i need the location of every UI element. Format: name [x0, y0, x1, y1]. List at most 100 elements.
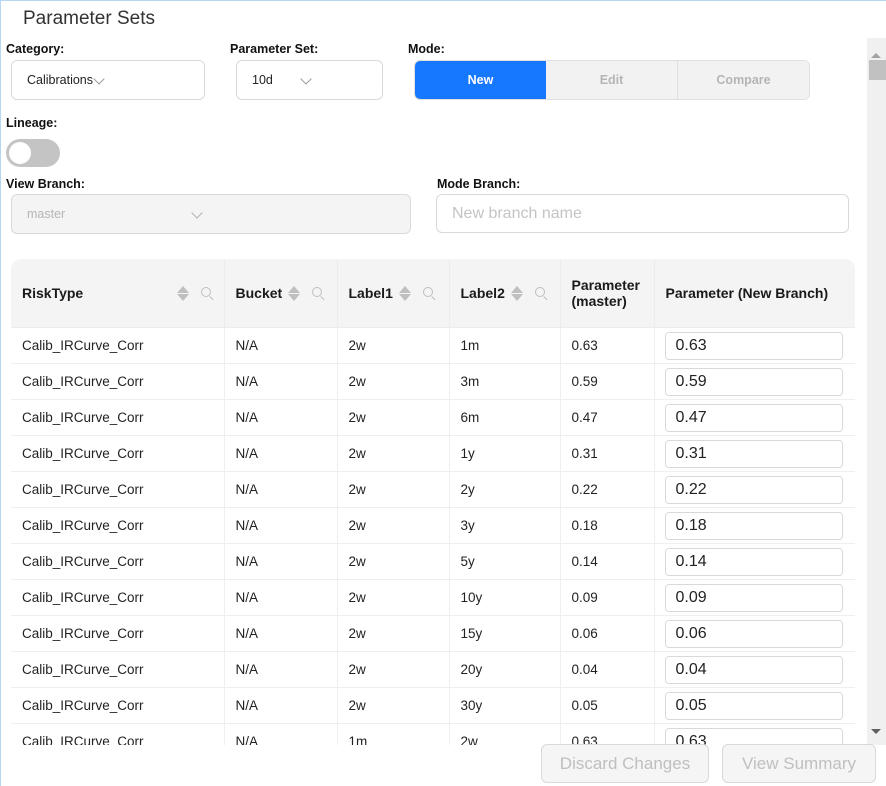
mode-label: Mode:	[408, 42, 445, 56]
cell-parameter-master: 0.59	[560, 363, 655, 400]
column-header-risktype[interactable]: RiskType	[11, 259, 225, 328]
cell-bucket: N/A	[224, 507, 338, 544]
table-row: Calib_IRCurve_Corr N/A 2w 3y 0.18	[11, 507, 855, 544]
cell-label1: 2w	[337, 399, 450, 436]
cell-bucket: N/A	[224, 615, 338, 652]
parameter-set-select[interactable]: 10d	[236, 60, 383, 100]
cell-parameter-master: 0.18	[560, 507, 655, 544]
cell-label1: 2w	[337, 615, 450, 652]
table-row: Calib_IRCurve_Corr N/A 2w 20y 0.04	[11, 651, 855, 688]
search-icon[interactable]	[534, 287, 547, 299]
parameter-new-branch-input[interactable]	[664, 691, 843, 720]
cell-parameter-master: 0.14	[560, 543, 655, 580]
table-row: Calib_IRCurve_Corr N/A 2w 2y 0.22	[11, 471, 855, 508]
mode-new-button[interactable]: New	[415, 61, 546, 99]
cell-parameter-master: 0.09	[560, 579, 655, 616]
cell-bucket: N/A	[224, 651, 338, 688]
chevron-down-icon	[300, 73, 312, 85]
cell-bucket: N/A	[224, 579, 338, 616]
cell-bucket: N/A	[224, 723, 338, 745]
mode-segmented-control: New Edit Compare	[414, 60, 810, 100]
cell-parameter-new-branch	[654, 579, 855, 616]
sort-icon[interactable]	[288, 285, 301, 301]
search-icon[interactable]	[312, 287, 324, 299]
cell-parameter-master: 0.31	[560, 435, 655, 472]
vertical-scrollbar[interactable]	[867, 38, 886, 745]
cell-risktype: Calib_IRCurve_Corr	[11, 327, 225, 364]
mode-compare-button[interactable]: Compare	[677, 61, 809, 99]
cell-bucket: N/A	[224, 543, 338, 580]
parameter-new-branch-input[interactable]	[664, 655, 843, 684]
parameter-new-branch-input[interactable]	[664, 619, 843, 648]
scroll-down-arrow-icon[interactable]	[871, 729, 881, 734]
mode-edit-button[interactable]: Edit	[546, 61, 677, 99]
cell-label1: 2w	[337, 543, 450, 580]
cell-label2: 2w	[449, 723, 561, 745]
table-row: Calib_IRCurve_Corr N/A 1m 2w 0.63	[11, 723, 855, 745]
cell-parameter-new-branch	[654, 435, 855, 472]
parameter-set-label: Parameter Set:	[230, 42, 319, 56]
cell-bucket: N/A	[224, 687, 338, 724]
sort-icon[interactable]	[176, 285, 189, 301]
parameter-new-branch-input[interactable]	[664, 403, 843, 432]
view-summary-button[interactable]: View Summary	[722, 744, 876, 783]
parameter-new-branch-input[interactable]	[664, 547, 843, 576]
column-header-label2[interactable]: Label2	[449, 259, 561, 328]
category-select[interactable]: Calibrations	[11, 60, 205, 100]
parameter-new-branch-input[interactable]	[664, 511, 843, 540]
chevron-down-icon	[191, 207, 203, 219]
cell-risktype: Calib_IRCurve_Corr	[11, 615, 225, 652]
toggle-knob	[9, 142, 31, 164]
cell-bucket: N/A	[224, 435, 338, 472]
table-row: Calib_IRCurve_Corr N/A 2w 15y 0.06	[11, 615, 855, 652]
scroll-up-arrow-icon[interactable]	[871, 53, 881, 58]
parameter-new-branch-input[interactable]	[664, 727, 843, 745]
cell-risktype: Calib_IRCurve_Corr	[11, 435, 225, 472]
cell-parameter-master: 0.22	[560, 471, 655, 508]
column-header-bucket[interactable]: Bucket	[224, 259, 338, 328]
column-header-parameter-master: Parameter (master)	[560, 259, 655, 328]
cell-label2: 20y	[449, 651, 561, 688]
cell-label2: 15y	[449, 615, 561, 652]
parameter-new-branch-input[interactable]	[664, 583, 843, 612]
parameter-new-branch-input[interactable]	[664, 331, 843, 360]
category-value: Calibrations	[27, 73, 94, 87]
mode-branch-label: Mode Branch:	[437, 177, 521, 191]
parameter-new-branch-input[interactable]	[664, 439, 843, 468]
parameter-new-branch-input[interactable]	[664, 367, 843, 396]
sort-icon[interactable]	[398, 285, 411, 301]
cell-label2: 10y	[449, 579, 561, 616]
table-row: Calib_IRCurve_Corr N/A 2w 30y 0.05	[11, 687, 855, 724]
mode-branch-input[interactable]	[436, 194, 849, 233]
cell-risktype: Calib_IRCurve_Corr	[11, 723, 225, 745]
cell-risktype: Calib_IRCurve_Corr	[11, 471, 225, 508]
cell-label2: 5y	[449, 543, 561, 580]
scrollbar-thumb[interactable]	[869, 60, 886, 80]
parameters-table: RiskType Bucket Label1 Label2 Parameter …	[11, 259, 855, 745]
cell-label2: 1m	[449, 327, 561, 364]
column-label: Bucket	[235, 285, 283, 301]
parameter-new-branch-input[interactable]	[664, 475, 843, 504]
cell-risktype: Calib_IRCurve_Corr	[11, 363, 225, 400]
view-branch-select[interactable]: master	[11, 194, 411, 234]
page-title: Parameter Sets	[23, 8, 155, 29]
cell-label1: 1m	[337, 723, 450, 745]
cell-label1: 2w	[337, 435, 450, 472]
view-branch-value: master	[27, 207, 66, 221]
discard-changes-button[interactable]: Discard Changes	[541, 744, 709, 783]
cell-bucket: N/A	[224, 363, 338, 400]
cell-parameter-new-branch	[654, 543, 855, 580]
table-row: Calib_IRCurve_Corr N/A 2w 6m 0.47	[11, 399, 855, 436]
column-header-label1[interactable]: Label1	[337, 259, 450, 328]
cell-label2: 2y	[449, 471, 561, 508]
cell-parameter-master: 0.63	[560, 327, 655, 364]
sort-icon[interactable]	[510, 285, 523, 301]
table-row: Calib_IRCurve_Corr N/A 2w 5y 0.14	[11, 543, 855, 580]
search-icon[interactable]	[422, 287, 435, 299]
cell-parameter-new-branch	[654, 687, 855, 724]
cell-parameter-new-branch	[654, 471, 855, 508]
search-icon[interactable]	[200, 287, 213, 299]
column-header-parameter-new-branch: Parameter (New Branch)	[654, 259, 855, 328]
lineage-toggle[interactable]	[6, 139, 60, 167]
chevron-down-icon	[93, 73, 105, 85]
